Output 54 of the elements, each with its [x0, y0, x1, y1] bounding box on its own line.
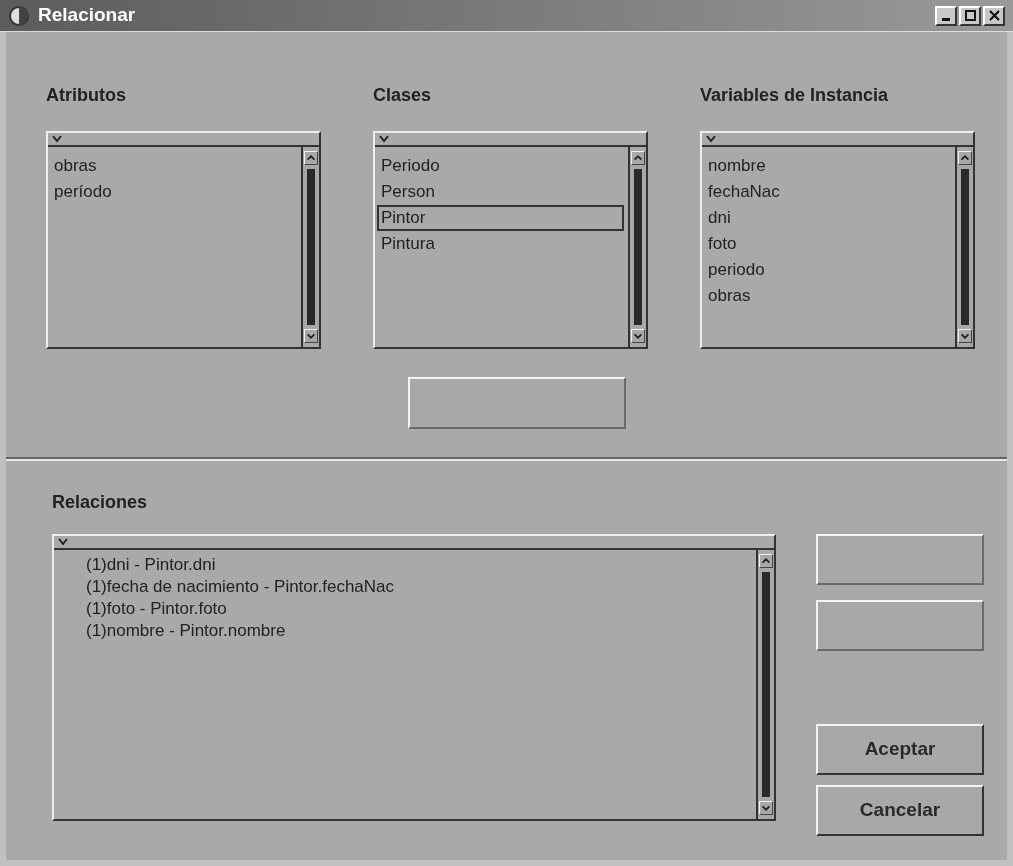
- scroll-down-icon[interactable]: [958, 329, 972, 343]
- button[interactable]: Aceptar: [816, 724, 984, 775]
- list-item[interactable]: Pintura: [377, 231, 624, 257]
- list-item[interactable]: obras: [50, 153, 297, 179]
- minimize-button[interactable]: [935, 5, 957, 26]
- list-item[interactable]: dni: [704, 205, 951, 231]
- caret-icon[interactable]: [58, 538, 68, 546]
- scroll-thumb[interactable]: [634, 169, 642, 325]
- list-item[interactable]: Pintor: [377, 205, 624, 231]
- scroll-down-icon[interactable]: [304, 329, 318, 343]
- scroll-up-icon[interactable]: [759, 554, 773, 568]
- list-label: Atributos: [46, 84, 127, 107]
- list-label: Clases: [373, 84, 433, 107]
- list-item[interactable]: foto: [704, 231, 951, 257]
- close-button[interactable]: [983, 5, 1005, 26]
- maximize-icon: [964, 10, 976, 21]
- close-icon: [988, 10, 1000, 21]
- list-item[interactable]: (1)foto - Pintor.foto: [86, 598, 756, 620]
- list-box[interactable]: obras período: [46, 131, 321, 349]
- app-icon: [8, 4, 30, 27]
- list-item[interactable]: (1)dni - Pintor.dni: [86, 554, 756, 576]
- list-label: Variables de Instancia: [700, 84, 890, 107]
- minimize-icon: [942, 17, 950, 21]
- list-box[interactable]: (1)dni - Pintor.dni (1)fecha de nacimiento - Pintor.fechaNac (1)foto - Pintor.foto (1)nombre - Pintor.nombre: [52, 534, 776, 821]
- list-item[interactable]: Person: [377, 179, 624, 205]
- list-item[interactable]: (1)nombre - Pintor.nombre: [86, 620, 756, 642]
- list-label: Relaciones: [52, 491, 149, 514]
- caret-icon[interactable]: [52, 135, 62, 143]
- scroll-thumb[interactable]: [762, 572, 770, 797]
- window-title: Relacionar: [38, 3, 137, 28]
- scrollbar[interactable]: [756, 550, 774, 819]
- scroll-thumb[interactable]: [307, 169, 315, 325]
- maximize-button[interactable]: [959, 5, 981, 26]
- caret-icon[interactable]: [379, 135, 389, 143]
- list-item[interactable]: Periodo: [377, 153, 624, 179]
- scrollbar[interactable]: [955, 147, 973, 347]
- button[interactable]: Cancelar: [816, 785, 984, 836]
- caret-icon[interactable]: [706, 135, 716, 143]
- scrollbar[interactable]: [628, 147, 646, 347]
- scroll-up-icon[interactable]: [958, 151, 972, 165]
- list-item[interactable]: fechaNac: [704, 179, 951, 205]
- list-item[interactable]: periodo: [704, 257, 951, 283]
- scroll-thumb[interactable]: [961, 169, 969, 325]
- list-box[interactable]: nombre fechaNac dni foto periodo obras: [700, 131, 975, 349]
- list-item[interactable]: período: [50, 179, 297, 205]
- list-box[interactable]: Periodo Person Pintor Pintura: [373, 131, 648, 349]
- scroll-down-icon[interactable]: [759, 801, 773, 815]
- scrollbar[interactable]: [301, 147, 319, 347]
- list-item[interactable]: obras: [704, 283, 951, 309]
- list-item[interactable]: nombre: [704, 153, 951, 179]
- scroll-up-icon[interactable]: [304, 151, 318, 165]
- scroll-down-icon[interactable]: [631, 329, 645, 343]
- scroll-up-icon[interactable]: [631, 151, 645, 165]
- list-item[interactable]: (1)fecha de nacimiento - Pintor.fechaNac: [86, 576, 756, 598]
